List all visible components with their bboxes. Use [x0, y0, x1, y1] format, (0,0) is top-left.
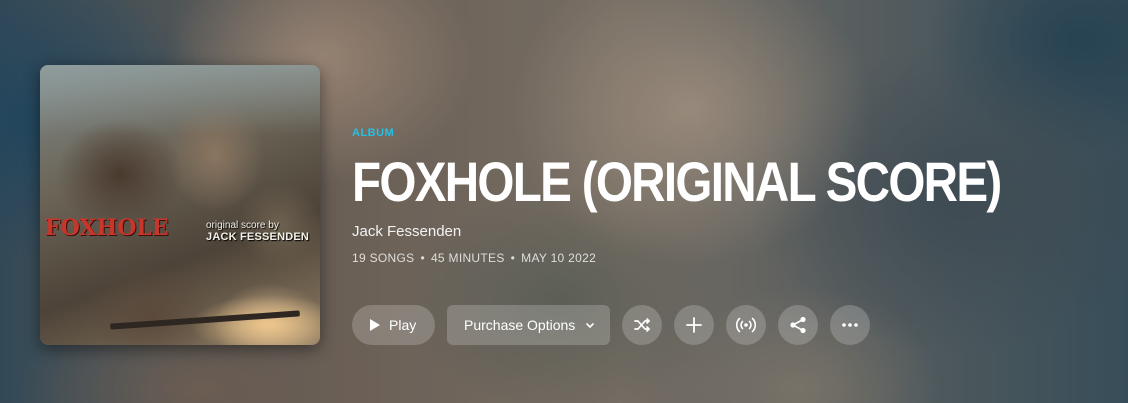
share-icon: [790, 316, 806, 334]
album-title: FOXHOLE (ORIGINAL SCORE): [352, 150, 1002, 213]
share-button[interactable]: [778, 305, 818, 345]
meta-separator: •: [510, 251, 516, 265]
cover-credit: original score by JACK FESSENDEN: [206, 220, 318, 244]
broadcast-button[interactable]: [726, 305, 766, 345]
artist-link[interactable]: Jack Fessenden: [352, 223, 461, 240]
album-duration: 45 MINUTES: [430, 251, 505, 265]
plus-icon: [686, 317, 702, 333]
cover-art-sky: [40, 65, 320, 135]
more-options-button[interactable]: [830, 305, 870, 345]
purchase-options-label: Purchase Options: [464, 317, 576, 333]
play-button[interactable]: Play: [352, 305, 435, 345]
release-date: MAY 10 2022: [521, 251, 597, 265]
meta-separator: •: [420, 251, 425, 265]
cover-title-text: FOXHOLE: [45, 215, 169, 241]
cover-credit-line2: JACK FESSENDEN: [206, 231, 310, 243]
play-icon: [370, 319, 380, 331]
broadcast-icon: [735, 317, 757, 333]
play-button-label: Play: [389, 317, 417, 333]
shuffle-icon: [634, 318, 650, 332]
song-count: 19 SONGS: [352, 251, 415, 265]
purchase-options-button[interactable]: Purchase Options: [447, 305, 610, 345]
chevron-down-icon: [586, 323, 594, 328]
more-icon: [842, 323, 858, 327]
add-to-library-button[interactable]: [674, 305, 714, 345]
album-cover[interactable]: FOXHOLE original score by JACK FESSENDEN: [40, 65, 320, 345]
shuffle-button[interactable]: [622, 305, 662, 345]
cover-credit-line1: original score by: [206, 220, 279, 231]
album-type-label: ALBUM: [352, 127, 395, 139]
album-metadata: 19 SONGS • 45 MINUTES • MAY 10 2022: [352, 251, 596, 265]
